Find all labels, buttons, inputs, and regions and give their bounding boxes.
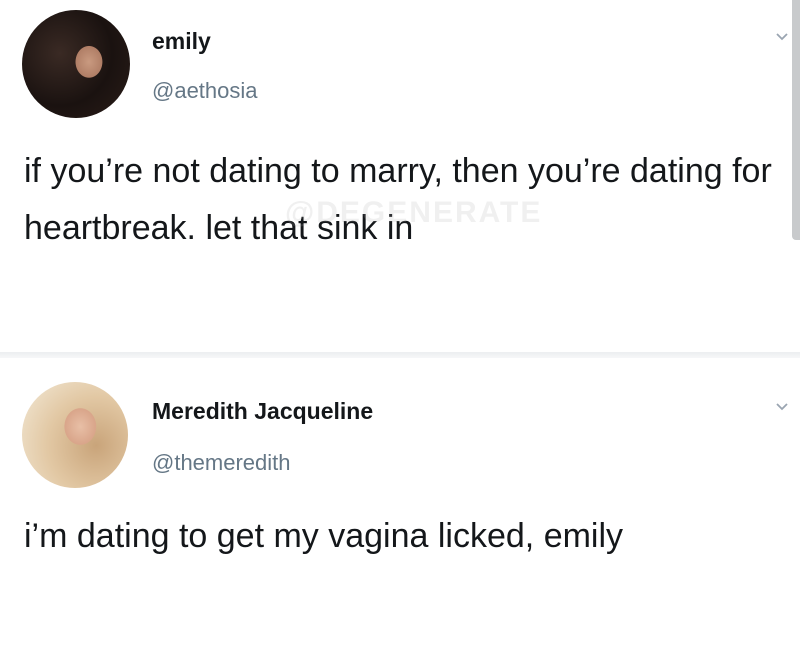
tweet-original[interactable]: emily @aethosia if you’re not dating to … (0, 0, 800, 352)
tweet-text: i’m dating to get my vagina licked, emil… (24, 517, 624, 555)
author-handle[interactable]: @aethosia (152, 78, 258, 104)
avatar[interactable] (22, 382, 128, 488)
avatar[interactable] (22, 10, 130, 118)
author-handle[interactable]: @themeredith (152, 450, 291, 476)
author-name[interactable]: Meredith Jacqueline (152, 398, 373, 425)
chevron-down-icon[interactable] (775, 30, 789, 44)
tweet-text: if you’re not dating to marry, then you’… (24, 152, 772, 247)
tweet-reply[interactable]: Meredith Jacqueline @themeredith i’m dat… (0, 360, 800, 655)
divider (0, 352, 800, 358)
author-name[interactable]: emily (152, 28, 211, 55)
chevron-down-icon[interactable] (775, 400, 789, 414)
